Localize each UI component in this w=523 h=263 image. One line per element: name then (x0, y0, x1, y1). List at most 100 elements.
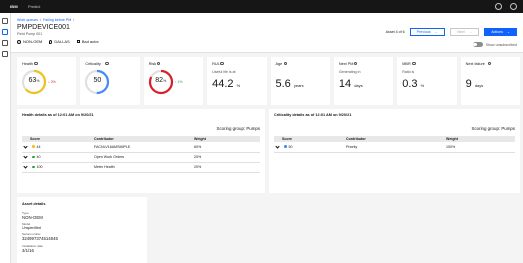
info-icon[interactable] (353, 61, 358, 65)
model-field: Model Unspecified (22, 222, 41, 230)
info-icon[interactable] (283, 61, 287, 65)
top-bar: IBM Predict (0, 0, 523, 13)
toggle-label: Show unsubscribed (485, 42, 517, 47)
rul-sub: Useful life is at (212, 70, 236, 74)
contributor-cell: Meter Health (92, 162, 192, 173)
criticality-details-panel: Criticality details as of 12:01 AM on 9/… (269, 109, 520, 193)
rul-value: 44.2 (212, 78, 234, 90)
menu-icon[interactable] (2, 18, 8, 24)
user-icon[interactable] (510, 3, 517, 10)
info-icon[interactable] (105, 61, 109, 65)
asset-meta: NON-OEM DALLAS Bad actor (17, 39, 99, 44)
tag-icon (76, 40, 80, 43)
score-cell: 40 (36, 155, 41, 159)
brand-logo: IBM (10, 4, 18, 9)
main-content: Work queues / Failing before PM / PMPDEVIC… (11, 13, 523, 263)
asset-counter: Asset 4 of 6 (385, 30, 405, 34)
card-label: Next PM (338, 62, 354, 66)
card-label: Age (275, 62, 283, 66)
card-label: Health (22, 62, 33, 66)
org-label: NON-OEM (23, 39, 43, 44)
chevron-down-icon[interactable] (275, 144, 280, 149)
status-dot (284, 145, 287, 148)
score-cell: 50 (288, 144, 293, 149)
rul-card[interactable]: RUL Useful life is at 44.2 % (207, 57, 267, 105)
location-label: DALLAS (54, 39, 70, 44)
age-value: 5.6 (275, 78, 291, 90)
next-pm-sub: Generating in (338, 70, 361, 74)
criticality-value: 50 (93, 77, 102, 84)
mbr-sub: Ratio is (402, 70, 415, 74)
breadcrumb-failing[interactable]: Failing before PM (43, 18, 71, 22)
mbr-value: 0.3 (402, 78, 418, 90)
info-icon[interactable] (487, 61, 492, 65)
previous-button[interactable]: Previous ← (409, 28, 446, 36)
card-label: Criticality (85, 62, 101, 66)
help-icon[interactable] (495, 3, 502, 10)
mbr-card[interactable]: MBR Ratio is 0.3 % (397, 57, 457, 105)
contributor-cell: Open Work Orders (92, 152, 192, 163)
health-table: Score Contributor Weight 44 FACNLV16AMSI… (22, 136, 260, 173)
next-failure-card[interactable]: Next failure 9 days (460, 57, 520, 105)
weight-cell: 20% (192, 152, 260, 163)
info-icon[interactable] (34, 61, 38, 65)
serial-field: Serial number 324997374514845 (22, 232, 58, 241)
risk-value: 82 (155, 77, 164, 84)
asset-subtitle: Field Pump 001 (17, 32, 43, 36)
app-name[interactable]: Predict (28, 4, 40, 9)
type-field: Type NON-OEM (22, 211, 43, 220)
health-details-panel: Health details as of 12:01 AM on 9/20/21… (17, 109, 265, 193)
card-label: MBR (402, 62, 411, 66)
contributor-cell: FACNLV16AMSIMPLE (92, 142, 192, 153)
install-date-field: Installation date 3/1/16 (22, 244, 44, 253)
chevron-down-icon[interactable] (23, 144, 28, 149)
actions-button[interactable]: Actions ⌄ (484, 28, 517, 36)
panel-title: Asset details (22, 202, 46, 206)
bad-actor-label: Bad actor (81, 39, 99, 44)
scoring-group: Scoring group: Pumps (471, 126, 515, 131)
criticality-card[interactable]: Criticality 50 (80, 57, 140, 105)
chevron-down-icon[interactable] (23, 154, 28, 159)
score-cell: 44 (36, 144, 41, 149)
table-row[interactable]: 40 Open Work Orders 20% (22, 152, 260, 163)
contributor-cell: Priority (344, 142, 444, 153)
chevron-down-icon: ⌄ (506, 30, 510, 34)
card-label: RUL (212, 62, 220, 66)
card-label: Next failure (465, 62, 485, 66)
health-card[interactable]: Health 63% ↓ 2% (17, 57, 77, 105)
info-icon[interactable] (220, 61, 224, 65)
criticality-table: Score Contributor Weight 50 Priority 100… (274, 136, 515, 153)
side-rail (0, 13, 11, 263)
status-dot (32, 145, 35, 148)
age-card[interactable]: Age 5.6 years (270, 57, 330, 105)
location-icon (49, 39, 53, 44)
page-title: PMPDEVICE001 (17, 24, 70, 31)
next-pm-card[interactable]: Next PM Generating in 14 days (333, 57, 394, 105)
info-icon[interactable] (156, 61, 161, 65)
model-icon[interactable] (2, 51, 8, 57)
info-icon[interactable] (412, 61, 416, 65)
card-label: Risk (148, 62, 157, 66)
page-header: Work queues / Failing before PM / PMPDEVIC… (11, 13, 523, 53)
arrow-right-icon: → (468, 30, 473, 34)
kpi-cards: Health 63% ↓ 2% Criticality 50 Risk 82% … (17, 57, 520, 105)
next-button[interactable]: Next → (450, 28, 480, 36)
breadcrumb-work-queues[interactable]: Work queues (17, 18, 38, 22)
assets-icon[interactable] (2, 40, 8, 46)
table-row[interactable]: 50 Priority 100% (274, 142, 515, 153)
table-row[interactable]: 100 Meter Health 20% (22, 162, 260, 173)
breadcrumb: Work queues / Failing before PM / (17, 18, 75, 22)
weight-cell: 20% (192, 162, 260, 173)
chevron-down-icon[interactable] (23, 164, 28, 169)
score-cell: 100 (36, 165, 43, 169)
next-failure-value: 9 (465, 78, 472, 90)
dashboard-icon[interactable] (2, 29, 8, 35)
next-pm-value: 14 (338, 78, 352, 90)
show-unsubscribed-toggle[interactable] (472, 42, 483, 47)
risk-delta: ↑ 1% (174, 80, 183, 84)
status-dot (32, 165, 35, 168)
link-icon (17, 39, 21, 44)
table-row[interactable]: 44 FACNLV16AMSIMPLE 60% (22, 142, 260, 153)
risk-card[interactable]: Risk 82% ↑ 1% (143, 57, 204, 105)
weight-cell: 100% (444, 142, 515, 153)
